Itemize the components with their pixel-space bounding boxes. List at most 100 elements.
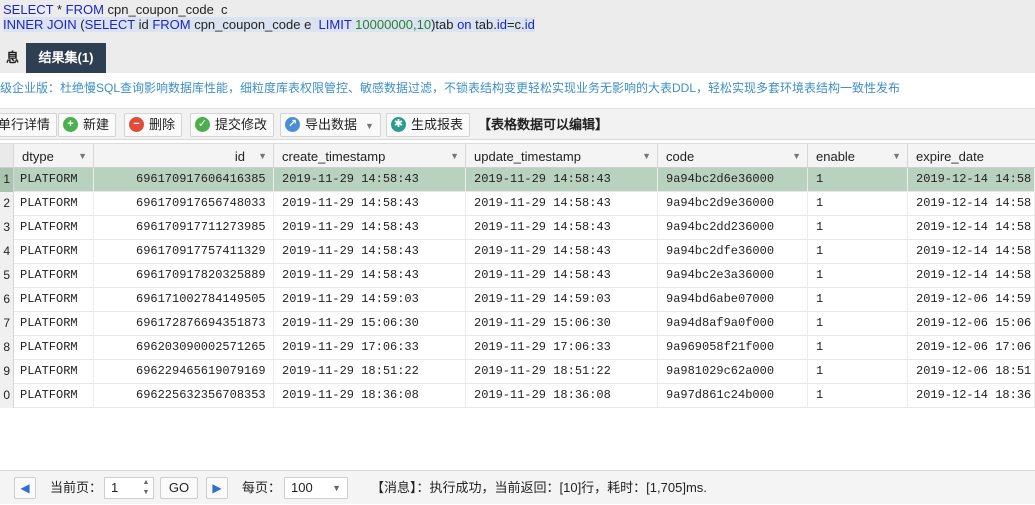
cell-enable[interactable]: 1 — [808, 240, 908, 264]
cell-dtype[interactable]: PLATFORM — [14, 384, 94, 408]
column-header-expire-date[interactable]: expire_date — [908, 143, 1035, 168]
cell-dtype[interactable]: PLATFORM — [14, 192, 94, 216]
prev-page-button[interactable]: ◀ — [14, 477, 36, 499]
cell-expire[interactable]: 2019-12-06 15:06:30 — [908, 312, 1035, 336]
table-row[interactable]: 2 PLATFORM 696170917656748033 2019-11-29 14… — [0, 192, 1035, 216]
chevron-down-icon[interactable]: ▼ — [892, 144, 901, 167]
delete-button[interactable]: − 删除 — [124, 113, 183, 137]
column-header-create-timestamp[interactable]: create_timestamp ▼ — [274, 143, 466, 168]
cell-code[interactable]: 9a94d8af9a0f000 — [658, 312, 808, 336]
cell-dtype[interactable]: PLATFORM — [14, 168, 94, 192]
cell-expire[interactable]: 2019-12-06 18:51:22 — [908, 360, 1035, 384]
cell-code[interactable]: 9a981029c62a000 — [658, 360, 808, 384]
cell-dtype[interactable]: PLATFORM — [14, 312, 94, 336]
cell-code[interactable]: 9a97d861c24b000 — [658, 384, 808, 408]
cell-update[interactable]: 2019-11-29 18:51:22 — [466, 360, 658, 384]
chevron-down-icon[interactable]: ▼ — [642, 144, 651, 167]
column-header-dtype[interactable]: dtype ▼ — [14, 143, 94, 168]
new-button[interactable]: + 新建 — [58, 113, 117, 137]
cell-expire[interactable]: 2019-12-06 14:59:03 — [908, 288, 1035, 312]
cell-create[interactable]: 2019-11-29 18:51:22 — [274, 360, 466, 384]
page-number-input[interactable]: 1 ▲ ▼ — [104, 477, 154, 499]
cell-enable[interactable]: 1 — [808, 360, 908, 384]
cell-expire[interactable]: 2019-12-14 18:36:08 — [908, 384, 1035, 408]
cell-dtype[interactable]: PLATFORM — [14, 288, 94, 312]
cell-update[interactable]: 2019-11-29 14:58:43 — [466, 216, 658, 240]
cell-id[interactable]: 696170917757411329 — [94, 240, 274, 264]
cell-id[interactable]: 696170917656748033 — [94, 192, 274, 216]
cell-expire[interactable]: 2019-12-14 14:58:43 — [908, 264, 1035, 288]
column-header-enable[interactable]: enable ▼ — [808, 143, 908, 168]
column-header-update-timestamp[interactable]: update_timestamp ▼ — [466, 143, 658, 168]
cell-create[interactable]: 2019-11-29 14:58:43 — [274, 192, 466, 216]
export-dropdown[interactable]: ↗ 导出数据 ▼ — [280, 113, 381, 137]
cell-expire[interactable]: 2019-12-06 17:06:33 — [908, 336, 1035, 360]
cell-code[interactable]: 9a94bc2dd236000 — [658, 216, 808, 240]
chevron-down-icon[interactable]: ▼ — [78, 144, 87, 167]
table-row[interactable]: 7 PLATFORM 696172876694351873 2019-11-29 15… — [0, 312, 1035, 336]
cell-enable[interactable]: 1 — [808, 168, 908, 192]
table-row[interactable]: 0 PLATFORM 696225632356708353 2019-11-29 18… — [0, 384, 1035, 408]
promo-banner[interactable]: 级企业版：杜绝慢SQL查询影响数据库性能，细粒度库表权限管控、敏感数据过滤，不锁… — [0, 73, 1035, 105]
cell-id[interactable]: 696229465619079169 — [94, 360, 274, 384]
cell-id[interactable]: 696170917820325889 — [94, 264, 274, 288]
cell-update[interactable]: 2019-11-29 14:58:43 — [466, 192, 658, 216]
cell-enable[interactable]: 1 — [808, 336, 908, 360]
cell-enable[interactable]: 1 — [808, 288, 908, 312]
cell-id[interactable]: 696203090002571265 — [94, 336, 274, 360]
next-page-button[interactable]: ▶ — [206, 477, 228, 499]
cell-expire[interactable]: 2019-12-14 14:58:43 — [908, 240, 1035, 264]
row-detail-button[interactable]: 单行详情 — [0, 113, 58, 137]
cell-dtype[interactable]: PLATFORM — [14, 264, 94, 288]
cell-expire[interactable]: 2019-12-14 14:58:43 — [908, 168, 1035, 192]
cell-create[interactable]: 2019-11-29 14:59:03 — [274, 288, 466, 312]
cell-create[interactable]: 2019-11-29 18:36:08 — [274, 384, 466, 408]
cell-code[interactable]: 9a94bd6abe07000 — [658, 288, 808, 312]
chevron-down-icon[interactable]: ▼ — [258, 144, 267, 167]
cell-update[interactable]: 2019-11-29 14:59:03 — [466, 288, 658, 312]
cell-create[interactable]: 2019-11-29 14:58:43 — [274, 216, 466, 240]
cell-code[interactable]: 9a94bc2e3a36000 — [658, 264, 808, 288]
cell-enable[interactable]: 1 — [808, 192, 908, 216]
report-button[interactable]: ✱ 生成报表 — [386, 113, 471, 137]
cell-dtype[interactable]: PLATFORM — [14, 240, 94, 264]
cell-code[interactable]: 9a94bc2dfe36000 — [658, 240, 808, 264]
cell-update[interactable]: 2019-11-29 14:58:43 — [466, 240, 658, 264]
cell-dtype[interactable]: PLATFORM — [14, 336, 94, 360]
cell-id[interactable]: 696170917606416385 — [94, 168, 274, 192]
cell-enable[interactable]: 1 — [808, 312, 908, 336]
per-page-select[interactable]: 100 ▼ — [284, 477, 348, 499]
cell-update[interactable]: 2019-11-29 17:06:33 — [466, 336, 658, 360]
cell-update[interactable]: 2019-11-29 15:06:30 — [466, 312, 658, 336]
cell-create[interactable]: 2019-11-29 15:06:30 — [274, 312, 466, 336]
tab-result-set[interactable]: 结果集(1) — [26, 43, 106, 73]
cell-expire[interactable]: 2019-12-14 14:58:43 — [908, 216, 1035, 240]
go-button[interactable]: GO — [160, 477, 198, 499]
cell-create[interactable]: 2019-11-29 14:58:43 — [274, 264, 466, 288]
table-row[interactable]: 3 PLATFORM 696170917711273985 2019-11-29 14… — [0, 216, 1035, 240]
cell-code[interactable]: 9a94bc2d6e36000 — [658, 168, 808, 192]
stepper-icon[interactable]: ▲ ▼ — [139, 478, 153, 498]
cell-create[interactable]: 2019-11-29 14:58:43 — [274, 168, 466, 192]
cell-id[interactable]: 696171002784149505 — [94, 288, 274, 312]
cell-create[interactable]: 2019-11-29 17:06:33 — [274, 336, 466, 360]
cell-enable[interactable]: 1 — [808, 216, 908, 240]
table-row[interactable]: 4 PLATFORM 696170917757411329 2019-11-29 14… — [0, 240, 1035, 264]
cell-dtype[interactable]: PLATFORM — [14, 216, 94, 240]
table-row[interactable]: 5 PLATFORM 696170917820325889 2019-11-29 14… — [0, 264, 1035, 288]
table-row[interactable]: 9 PLATFORM 696229465619079169 2019-11-29 18… — [0, 360, 1035, 384]
cell-enable[interactable]: 1 — [808, 264, 908, 288]
cell-code[interactable]: 9a94bc2d9e36000 — [658, 192, 808, 216]
cell-dtype[interactable]: PLATFORM — [14, 360, 94, 384]
cell-update[interactable]: 2019-11-29 14:58:43 — [466, 168, 658, 192]
cell-update[interactable]: 2019-11-29 18:36:08 — [466, 384, 658, 408]
sql-editor[interactable]: SELECT * FROM cpn_coupon_code c INNER JO… — [0, 0, 1035, 40]
table-row[interactable]: 8 PLATFORM 696203090002571265 2019-11-29 17… — [0, 336, 1035, 360]
commit-button[interactable]: ✓ 提交修改 — [190, 113, 275, 137]
chevron-down-icon[interactable]: ▼ — [450, 144, 459, 167]
cell-expire[interactable]: 2019-12-14 14:58:43 — [908, 192, 1035, 216]
cell-enable[interactable]: 1 — [808, 384, 908, 408]
column-header-code[interactable]: code ▼ — [658, 143, 808, 168]
cell-code[interactable]: 9a969058f21f000 — [658, 336, 808, 360]
tab-info[interactable]: 息 — [0, 43, 29, 73]
